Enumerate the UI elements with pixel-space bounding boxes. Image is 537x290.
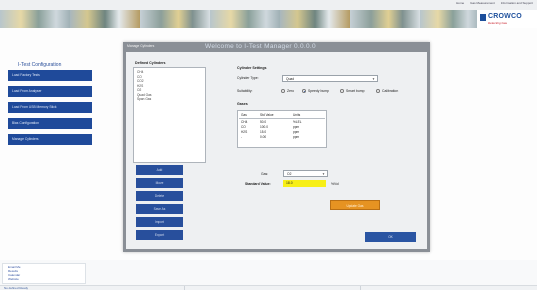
top-link-info-support[interactable]: Information and Support (501, 1, 533, 5)
top-link-home[interactable]: Home (456, 1, 464, 5)
top-link-gas-measurement[interactable]: Gas Measurement (470, 1, 495, 5)
table-cell[interactable]: CH4 (241, 120, 247, 124)
table-cell[interactable]: 15.0 (260, 130, 266, 134)
gas-label: Gas: (261, 172, 269, 176)
defined-cylinders-label: Defined Cylinders (135, 61, 166, 65)
sidebar-item-bias-configuration[interactable]: Bias Configuration (8, 118, 92, 129)
radio-calibration-label: Calibration (382, 89, 399, 93)
sidebar-item-load-from-analyser[interactable]: Load From Analyser (8, 86, 92, 97)
import-button[interactable]: Import (136, 217, 183, 227)
logo-name: CROWCO (488, 13, 522, 20)
cylinder-type-label: Cylinder Type: (237, 76, 259, 80)
banner-photo (280, 10, 350, 28)
cylinder-settings-label: Cylinder Settings (237, 66, 267, 70)
status-bar (0, 285, 537, 290)
move-button[interactable]: Move (136, 178, 183, 188)
sidebar-item-load-factory-tests[interactable]: Load Factory Tests (8, 70, 92, 81)
table-cell[interactable]: H2S (241, 130, 247, 134)
table-cell[interactable]: 0.00 (260, 135, 266, 139)
footer-link-website[interactable]: Website (8, 277, 19, 281)
sidebar-item-manage-cylinders[interactable]: Manage Cylinders (8, 134, 92, 145)
table-header-divider (239, 118, 325, 119)
logo-mark-icon (480, 14, 486, 21)
list-item[interactable]: CH4 (137, 70, 143, 74)
status-divider (184, 286, 185, 290)
list-item[interactable]: CO2 (137, 79, 144, 83)
status-text: No defined Ready (4, 286, 29, 290)
table-cell[interactable]: CO (241, 125, 246, 129)
delete-button[interactable]: Delete (136, 191, 183, 201)
cylinder-type-value: Quad (286, 77, 295, 81)
save-as-button[interactable]: Save As (136, 204, 183, 214)
list-item[interactable]: H2S (137, 84, 143, 88)
add-button[interactable]: Add (136, 165, 183, 175)
gas-select-value: O2 (287, 172, 292, 176)
standard-value-label: Standard Value: (245, 182, 271, 186)
logo-tagline: Detecting Gas (488, 21, 508, 25)
table-cell[interactable]: 50.0 (260, 120, 266, 124)
banner-photo (0, 10, 70, 28)
table-cell[interactable]: ppm (293, 125, 299, 129)
banner-photo (140, 10, 210, 28)
table-header-gas: Gas (241, 113, 247, 117)
radio-zero[interactable] (281, 89, 285, 93)
status-divider (360, 286, 361, 290)
cylinder-list[interactable]: CH4 CO CO2 H2S O2 Quad Gas Span Gas (133, 67, 206, 163)
gas-select[interactable]: O2 ▼ (283, 170, 328, 177)
suitability-label: Suitability: (237, 89, 253, 93)
table-cell[interactable]: ppm (293, 130, 299, 134)
table-cell[interactable]: - (241, 135, 242, 139)
footer-links-box: Email Me Results Calendar Website (2, 263, 86, 284)
dialog-caption: Manage Cylinders (127, 44, 155, 48)
table-cell[interactable]: ppm (293, 135, 299, 139)
update-gas-button[interactable]: Update Gas (330, 200, 380, 210)
standard-value-input[interactable]: 18.0 (283, 180, 326, 187)
ok-button[interactable]: OK (365, 232, 416, 242)
radio-calibration[interactable] (376, 89, 380, 93)
chevron-down-icon: ▼ (372, 77, 375, 81)
list-item[interactable]: O2 (137, 88, 141, 92)
table-cell[interactable]: 100.0 (260, 125, 268, 129)
dialog-title: Welcome to I-Test Manager 0.0.0.0 (205, 43, 316, 50)
table-header-units: Units (293, 113, 301, 117)
radio-zero-label: Zero (287, 89, 294, 93)
radio-speedy-bump-label: Speedy bump (308, 89, 329, 93)
radio-smart-bump-label: Smart bump (346, 89, 365, 93)
standard-value-unit: %Vol (331, 182, 339, 186)
export-button[interactable]: Export (136, 230, 183, 240)
top-links: Home Gas Measurement Information and Sup… (456, 1, 533, 5)
sidebar-title: I-Test Configuration (18, 62, 62, 68)
radio-smart-bump[interactable] (340, 89, 344, 93)
sidebar-item-load-from-usb[interactable]: Load From USB Memory Stick (8, 102, 92, 113)
header-banner: Home Gas Measurement Information and Sup… (0, 0, 537, 28)
banner-photo (70, 10, 140, 28)
gases-table: Gas Std Value Units CH4 50.0 %LEL CO 100… (237, 110, 327, 148)
gases-label: Gases (237, 102, 248, 106)
banner-photo (210, 10, 280, 28)
crowcon-logo: CROWCO Detecting Gas (477, 10, 537, 28)
banner-photo (350, 10, 420, 28)
banner-photo (420, 10, 480, 28)
list-item[interactable]: CO (137, 75, 142, 79)
table-header-std-value: Std Value (260, 113, 274, 117)
list-item[interactable]: Quad Gas (137, 93, 152, 97)
radio-speedy-bump[interactable] (302, 89, 306, 93)
table-cell[interactable]: %LEL (293, 120, 302, 124)
chevron-down-icon: ▼ (322, 172, 325, 176)
list-item[interactable]: Span Gas (137, 97, 151, 101)
cylinder-type-select[interactable]: Quad ▼ (282, 75, 378, 82)
